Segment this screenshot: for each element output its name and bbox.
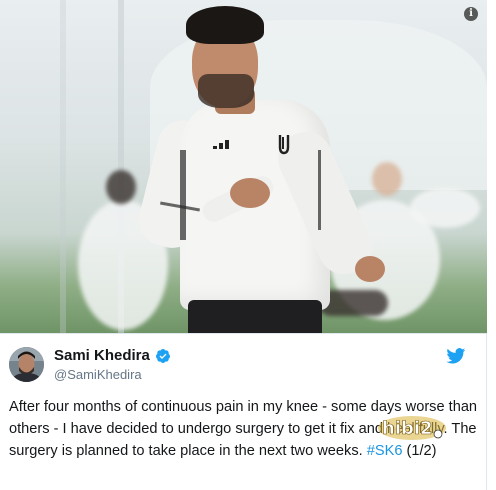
info-icon[interactable]: i [464, 7, 478, 21]
jersey-stripe [180, 150, 186, 240]
jersey-stripe [318, 150, 321, 230]
embedded-tweet-card: i Sami Khedira @SamiKhedira After four m… [0, 0, 487, 490]
media-divider [0, 333, 487, 334]
hibi2-watermark-logo: hibi2 [378, 416, 446, 440]
player-shorts [188, 300, 322, 333]
background-player-right-head [372, 162, 402, 196]
player-right-hand [355, 256, 385, 282]
hashtag-link[interactable]: #SK6 [367, 443, 403, 459]
verified-badge-icon [155, 349, 170, 363]
tweet-author[interactable]: Sami Khedira @SamiKhedira [54, 347, 171, 384]
author-display-name[interactable]: Sami Khedira [54, 347, 150, 365]
background-player-left-head [106, 170, 136, 204]
background-player-far-right [410, 188, 480, 228]
player-beard [198, 74, 254, 108]
juventus-crest-icon [278, 135, 290, 155]
tweet-thread-counter: (1/2) [402, 443, 437, 459]
tweet-photo[interactable]: i [0, 0, 487, 333]
avatar-image [9, 347, 44, 382]
background-pole [60, 0, 66, 333]
adidas-logo-icon [213, 140, 229, 149]
author-handle[interactable]: @SamiKhedira [54, 366, 171, 384]
player-left-hand [230, 178, 270, 208]
player-hair [186, 6, 264, 44]
watermark-text: hibi2 [382, 418, 433, 439]
twitter-bird-icon[interactable] [446, 348, 466, 364]
avatar[interactable] [9, 347, 44, 382]
